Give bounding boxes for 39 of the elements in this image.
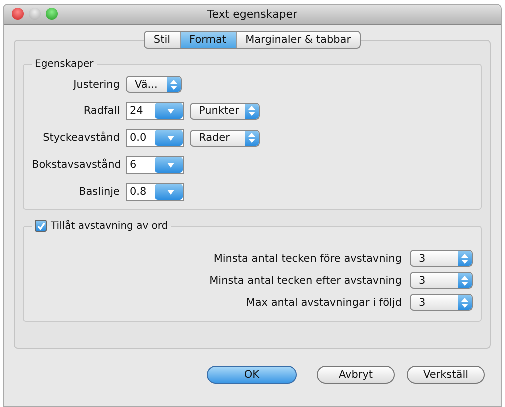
close-button[interactable] <box>12 8 24 20</box>
checkbox[interactable] <box>35 220 47 232</box>
dialog-button[interactable]: Verkställ <box>407 366 485 384</box>
dropdown-arrow-icon <box>166 190 174 194</box>
dropdown-arrow-icon <box>166 162 174 168</box>
zoom-button[interactable] <box>46 8 58 20</box>
popup-button[interactable]: Rader <box>190 130 260 146</box>
popup-button[interactable]: 3 <box>410 294 473 311</box>
popup-button[interactable]: 3 <box>410 272 473 289</box>
dialog-button[interactable]: Avbryt <box>317 366 395 384</box>
field-label: Styckeavstånd <box>42 132 120 144</box>
field-label: Justering <box>72 78 120 90</box>
combo-box[interactable]: 24 <box>126 102 184 120</box>
combo-box[interactable]: 0.8 <box>126 183 184 201</box>
popup-button[interactable]: 3 <box>410 250 473 267</box>
field-label: Baslinje <box>78 186 120 198</box>
field-label: Bokstavsavstånd <box>32 159 120 171</box>
stepper-icon <box>248 133 256 143</box>
combo-box[interactable]: 6 <box>126 156 184 174</box>
dropdown-arrow-icon <box>166 108 174 114</box>
stepper-icon <box>461 254 469 264</box>
field-label: Minsta antal tecken före avstavning <box>214 252 402 264</box>
group-title: Egenskaper <box>34 59 95 70</box>
field-label: Radfall <box>82 105 120 117</box>
stepper-icon <box>248 106 256 116</box>
field-label: Max antal avstavningar i följd <box>246 296 402 308</box>
field-label: Minsta antal tecken efter avstavning <box>210 274 402 286</box>
stepper-icon <box>170 80 178 90</box>
dropdown-arrow-icon <box>166 136 174 140</box>
window-title: Text egenskaper <box>207 8 298 21</box>
tab[interactable]: Format <box>180 32 237 48</box>
checkbox-label: Tillåt avstavning av ord <box>51 220 168 232</box>
tab[interactable]: Marginaler & tabbar <box>236 32 360 48</box>
stepper-icon <box>461 298 469 308</box>
combo-box[interactable]: 0.0 <box>126 129 184 147</box>
popup-button[interactable]: Punkter <box>190 102 260 120</box>
popup-button[interactable]: Vä... <box>126 76 182 93</box>
stepper-icon <box>461 276 469 286</box>
dialog-button[interactable]: OK <box>207 366 297 384</box>
